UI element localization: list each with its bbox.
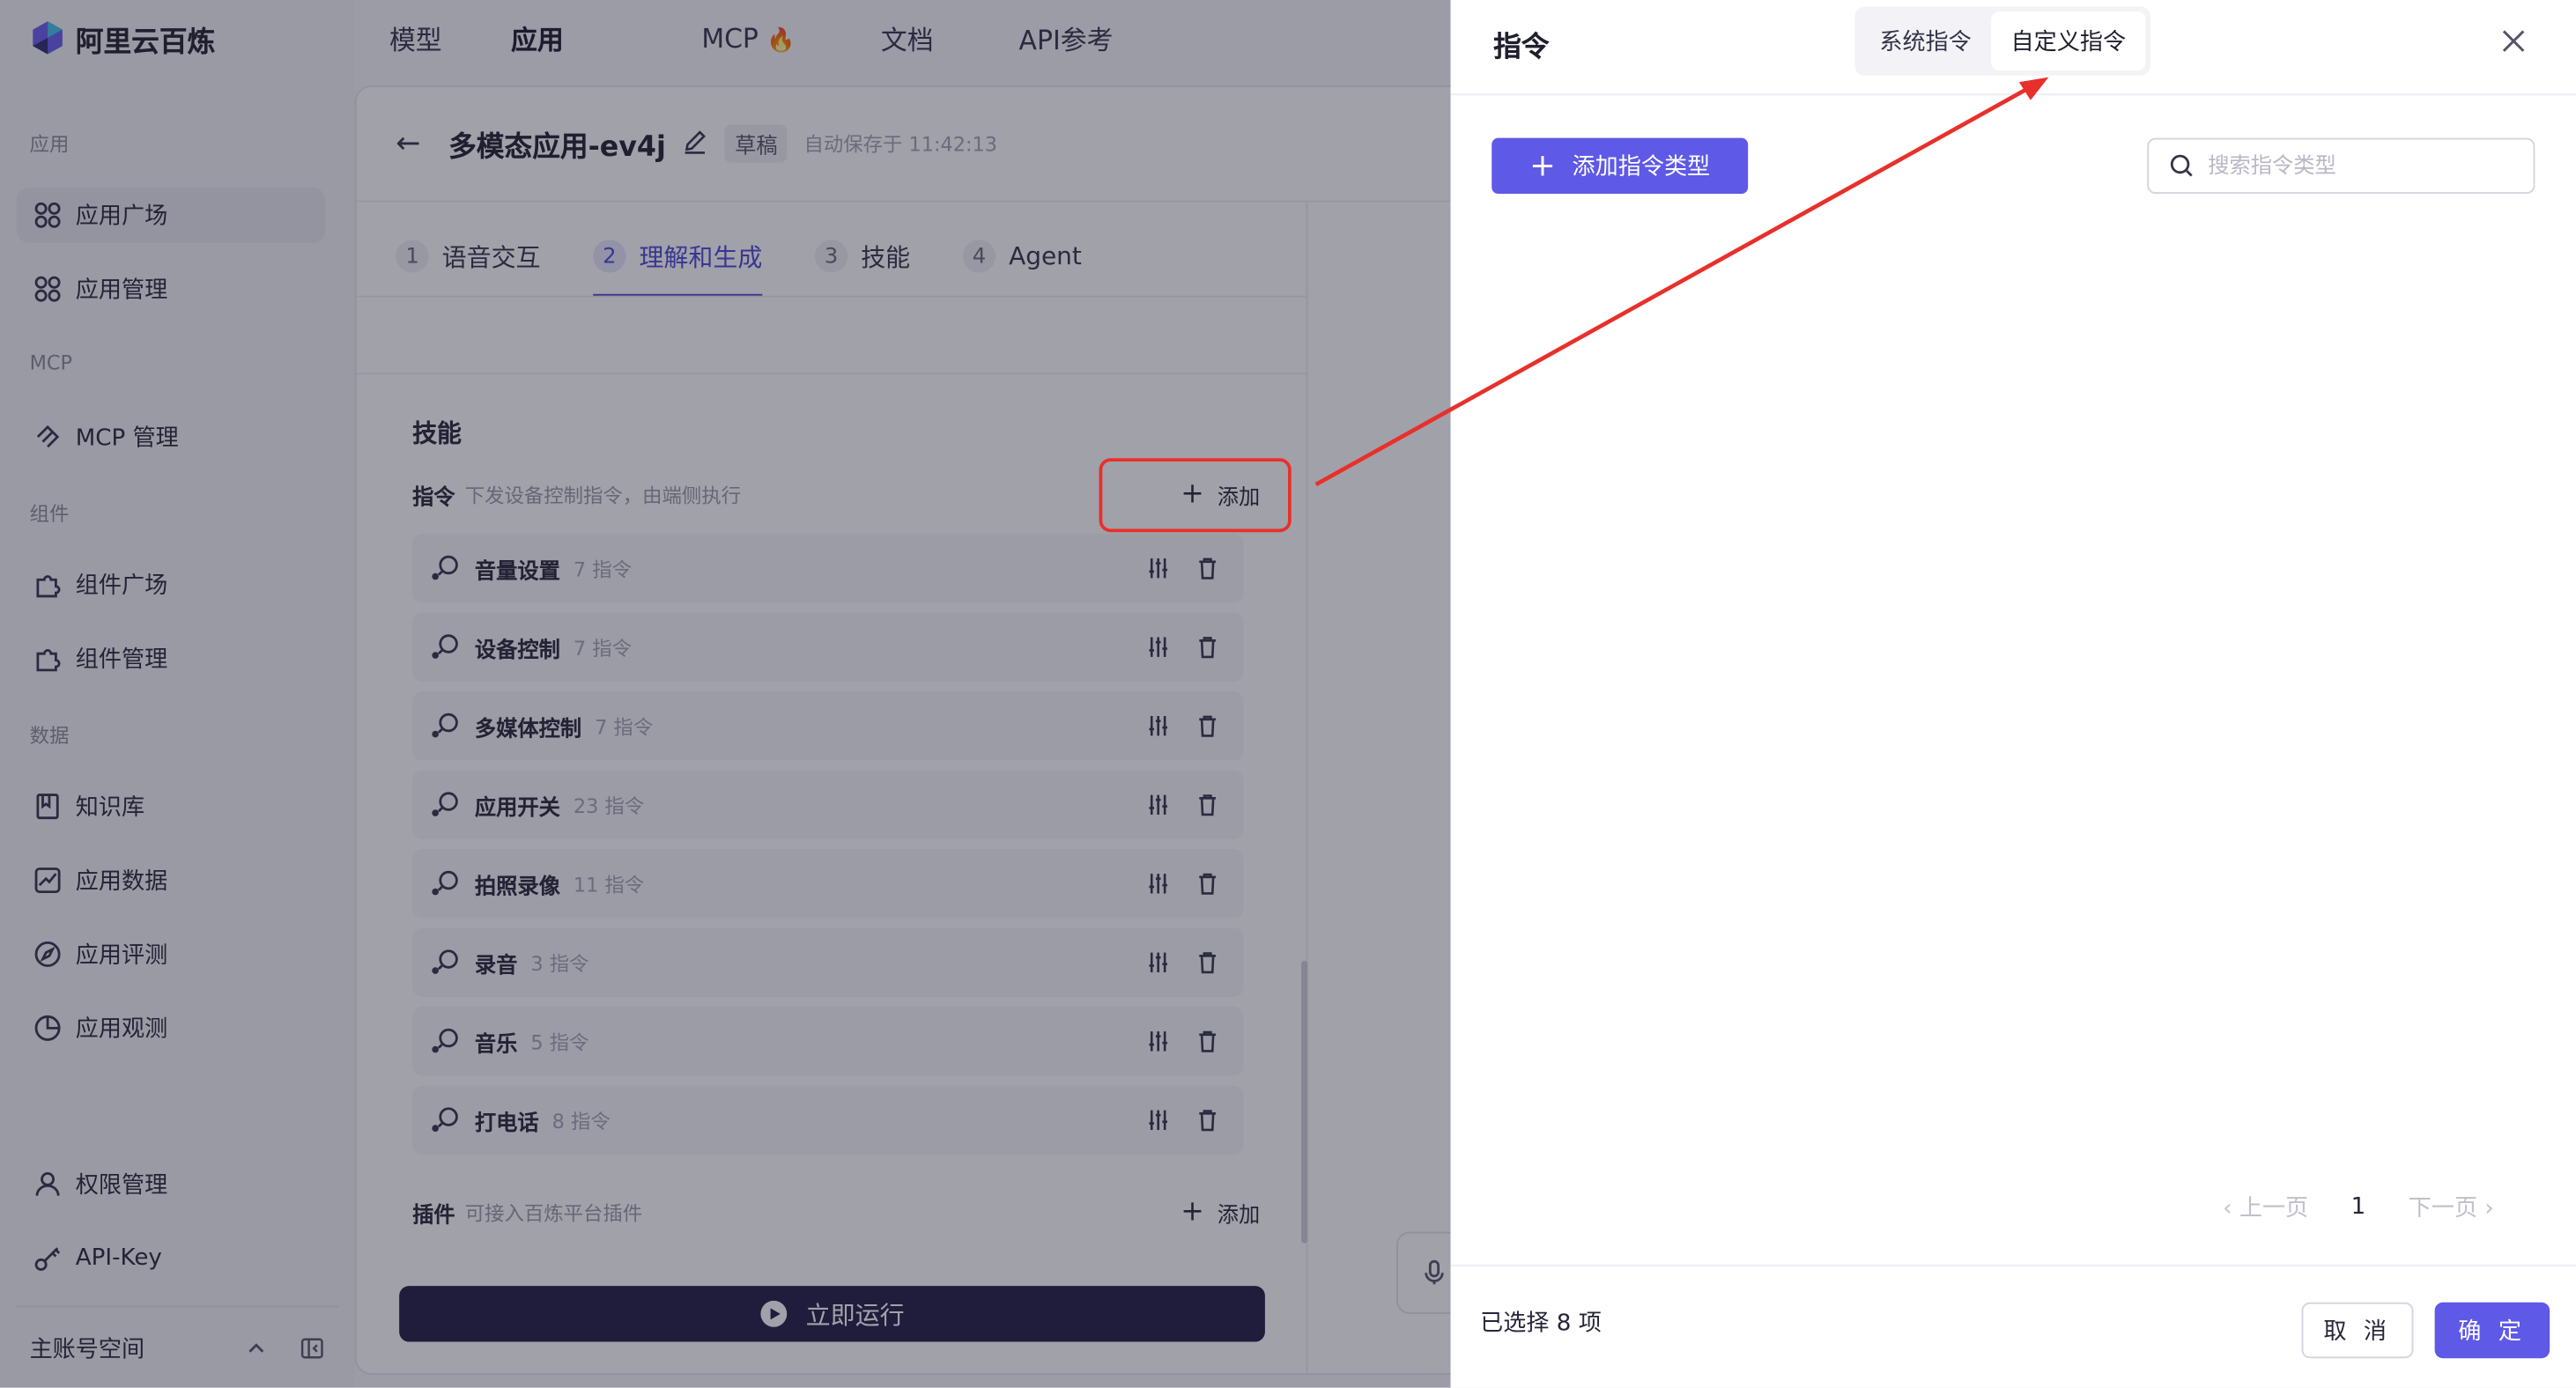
- next-page-label: 下一页: [2408, 1195, 2478, 1222]
- next-page-button[interactable]: 下一页 ›: [2409, 1191, 2494, 1223]
- search-box: [2147, 137, 2535, 195]
- command-type-tabs: 系统指令 自定义指令: [1854, 6, 2151, 76]
- close-icon[interactable]: [2496, 23, 2532, 59]
- drawer-header: 指令 系统指令 自定义指令: [1450, 0, 2576, 96]
- add-command-type-button[interactable]: + 添加指令类型: [1492, 137, 1749, 195]
- plus-icon: +: [1529, 147, 1556, 184]
- drawer-footer: 已选择 8 项 取 消 确 定: [1450, 1264, 2576, 1388]
- prev-page-button[interactable]: ‹ 上一页: [2223, 1191, 2308, 1223]
- tab-system-commands[interactable]: 系统指令: [1860, 11, 1991, 70]
- pagination: ‹ 上一页 1 下一页 ›: [2223, 1189, 2494, 1225]
- cancel-button[interactable]: 取 消: [2301, 1302, 2414, 1359]
- annotation-highlight-box: [1099, 458, 1292, 533]
- confirm-button[interactable]: 确 定: [2434, 1302, 2550, 1359]
- prev-page-label: 上一页: [2239, 1195, 2309, 1222]
- app-window: 阿里云百炼 应用 应用广场 应用管理 MCP MCP 管理 组件 组件广场 组件…: [0, 0, 2576, 1388]
- tab-custom-commands[interactable]: 自定义指令: [1991, 11, 2146, 71]
- add-command-type-label: 添加指令类型: [1572, 154, 1711, 181]
- drawer-title: 指令: [1493, 31, 1550, 64]
- selected-count: 已选择 8 项: [1480, 1310, 1602, 1337]
- search-input[interactable]: [2208, 153, 2504, 179]
- command-drawer: 指令 系统指令 自定义指令 + 添加指令类型 ‹ 上一页 1 下一页 › 已选择…: [1450, 0, 2576, 1388]
- search-icon: [2170, 154, 2193, 177]
- current-page[interactable]: 1: [2351, 1194, 2366, 1221]
- modal-overlay[interactable]: [0, 0, 1451, 1388]
